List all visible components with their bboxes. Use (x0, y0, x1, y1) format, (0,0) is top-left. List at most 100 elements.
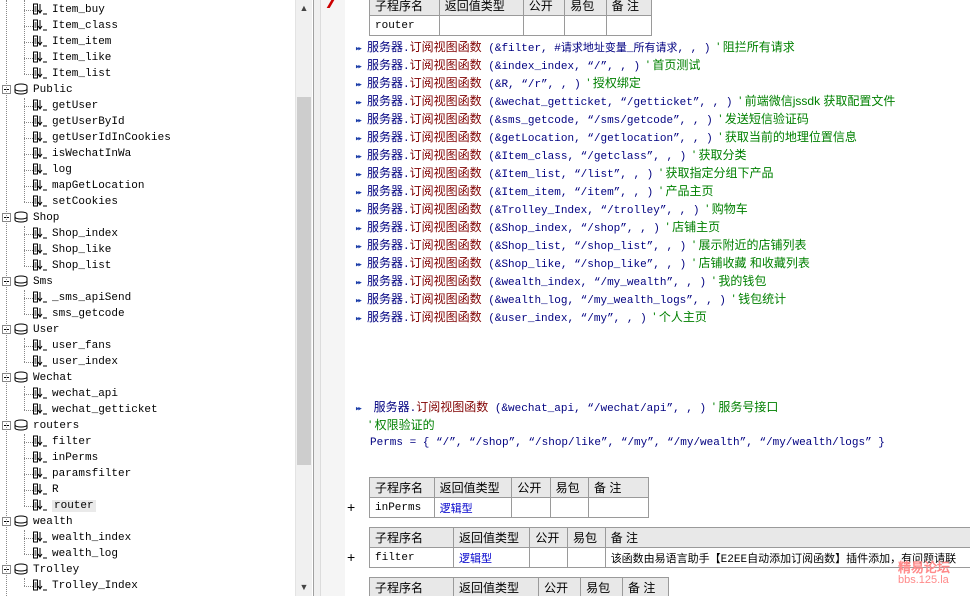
tree-item-label: isWechatInWa (52, 148, 132, 160)
tree-item[interactable]: mapGetLocation (33, 178, 144, 194)
code-line[interactable]: ▸▸ 服务器.订阅视图函数 (&filter, #请求地址变量_所有请求, , )… (345, 38, 795, 56)
tree-item[interactable]: getUser (33, 98, 98, 114)
tree-item[interactable]: wealth_log (33, 546, 118, 562)
tree-item[interactable]: isWechatInWa (33, 146, 131, 162)
code-line[interactable]: ▸▸ 服务器.订阅视图函数 (&Shop_index, “/shop”, , ) … (345, 218, 720, 236)
code-line[interactable]: ▸▸ 服务器.订阅视图函数 (&wealth_index, “/my_wealth… (345, 272, 766, 290)
tree-item[interactable]: inPerms (33, 450, 98, 466)
line-comment: ' 店铺主页 (666, 220, 721, 234)
tree-item[interactable]: user_fans (33, 338, 111, 354)
tree-item[interactable]: wealth_index (33, 530, 131, 546)
tree-group[interactable]: Shop (14, 210, 59, 226)
code-line-perm-comment[interactable]: ' 权限验证的 (369, 416, 435, 434)
line-comment: ' 阻拦所有请求 (717, 40, 795, 54)
line-comment: ' 产品主页 (659, 184, 714, 198)
scroll-up-icon[interactable]: ▲ (296, 0, 312, 17)
tree-item[interactable]: filter (33, 434, 92, 450)
tree-item[interactable]: Shop_like (33, 242, 111, 258)
subroutine-icon (33, 3, 48, 15)
sub-ret[interactable]: 逻辑型 (452, 547, 531, 568)
code-line[interactable]: ▸▸ 服务器.订阅视图函数 (&getLocation, “/getlocatio… (345, 128, 857, 146)
tree-item[interactable]: router (33, 498, 96, 514)
sub-public[interactable] (522, 15, 566, 36)
tree-item-label: mapGetLocation (52, 180, 145, 192)
scroll-down-icon[interactable]: ▼ (296, 579, 312, 596)
scrollbar-thumb[interactable] (297, 97, 311, 465)
code-line[interactable]: ▸▸ 服务器.订阅视图函数 (&Shop_like, “/shop_like”, … (345, 254, 810, 272)
tree-item[interactable]: getUserById (33, 114, 125, 130)
col-name-header: 子程序名 (369, 527, 454, 548)
sub-pkg[interactable] (567, 547, 606, 568)
sub-pkg[interactable] (549, 497, 590, 518)
col-note-header: 备 注 (604, 527, 970, 548)
call-args: (&Trolley_Index, “/trolley”, , ) (488, 205, 700, 217)
code-line[interactable]: ▸▸ 服务器.订阅视图函数 (&wealth_log, “/my_wealth_l… (345, 290, 786, 308)
expand-plus-icon[interactable]: + (347, 499, 355, 515)
subroutine-icon (33, 499, 48, 511)
tree-item[interactable]: Item_buy (33, 2, 105, 18)
project-tree[interactable]: Item_buy Item_class Item_item Item_like Item… (0, 0, 313, 596)
sub-header-table-router: 子程序名 返回值类型 公开 易包 备 注 router (369, 0, 653, 36)
sub-ret[interactable] (438, 15, 524, 36)
code-line[interactable]: ▸▸ 服务器.订阅视图函数 (&R, “/r”, , ) ' 授权绑定 (345, 74, 641, 92)
tree-item[interactable]: paramsfilter (33, 466, 131, 482)
tree-group[interactable]: routers (14, 418, 79, 434)
call-args: (&Shop_like, “/shop_like”, , ) (488, 259, 687, 271)
code-line[interactable]: ▸▸ 服务器.订阅视图函数 (&index_index, “/”, , ) ' 首… (345, 56, 700, 74)
code-line[interactable]: ▸▸ 服务器.订阅视图函数 (&Item_list, “/list”, , ) '… (345, 164, 774, 182)
sub-public[interactable] (529, 547, 569, 568)
tree-group[interactable]: Public (14, 82, 73, 98)
tree-group[interactable]: wealth (14, 514, 73, 530)
tree-item[interactable]: log (33, 162, 72, 178)
sub-pkg[interactable] (564, 15, 607, 36)
sub-header-table-filter: 子程序名 返回值类型 公开 易包 备 注 filter 逻辑型 该函数由易语言助… (369, 527, 970, 568)
tree-item[interactable]: _sms_apiSend (33, 290, 131, 306)
tree-group[interactable]: Trolley (14, 562, 79, 578)
code-line[interactable]: ▸▸ 服务器.订阅视图函数 (&sms_getcode, “/sms/getcod… (345, 110, 809, 128)
code-line[interactable]: ▸▸ 服务器.订阅视图函数 (&user_index, “/my”, , ) ' … (345, 308, 707, 326)
tree-item[interactable]: Item_like (33, 50, 111, 66)
tree-group[interactable]: Sms (14, 274, 53, 290)
pane-splitter[interactable] (313, 0, 321, 596)
sub-name[interactable]: router (369, 15, 440, 36)
tree-scrollbar[interactable]: ▲ ▼ (295, 0, 312, 596)
code-line[interactable]: ▸▸ 服务器.订阅视图函数 (&wechat_getticket, “/getti… (345, 92, 895, 110)
tree-item[interactable]: R (33, 482, 59, 498)
expand-plus-icon[interactable]: + (347, 549, 355, 565)
tree-item[interactable]: Shop_index (33, 226, 118, 242)
code-line[interactable]: ▸▸ 服务器.订阅视图函数 (&Trolley_Index, “/trolley”… (345, 200, 748, 218)
tree-group[interactable]: User (14, 322, 59, 338)
method-name: 订阅视图函数 (409, 166, 482, 180)
tree-item[interactable]: sms_getcode (33, 306, 125, 322)
sub-note[interactable] (588, 497, 649, 518)
tree-item[interactable]: setCookies (33, 194, 118, 210)
tree-item[interactable]: Item_item (33, 34, 111, 50)
code-line[interactable]: ▸▸ 服务器.订阅视图函数 (&Item_item, “/item”, , ) '… (345, 182, 714, 200)
subroutine-icon (33, 451, 48, 463)
sub-name[interactable]: filter (369, 547, 454, 568)
tree-item[interactable]: wechat_api (33, 386, 118, 402)
tree-item-label: Shop_list (52, 260, 112, 272)
tree-item[interactable]: Item_class (33, 18, 118, 34)
code-line-wechat[interactable]: ▸▸ 服务器.订阅视图函数 (&wechat_api, “/wechat/api… (345, 398, 778, 416)
tree-item[interactable]: wechat_getticket (33, 402, 158, 418)
tree-item[interactable]: Trolley_Index (33, 578, 138, 594)
tree-item[interactable]: Shop_list (33, 258, 111, 274)
sub-public[interactable] (511, 497, 551, 518)
object-name: 服务器 (367, 292, 404, 306)
call-args: (&Item_item, “/item”, , ) (488, 187, 654, 199)
subroutine-icon (33, 195, 48, 207)
code-line-perms[interactable]: Perms = { “/”, “/shop”, “/shop/like”, “/… (370, 434, 885, 452)
code-line[interactable]: ▸▸ 服务器.订阅视图函数 (&Shop_list, “/shop_list”, … (345, 236, 807, 254)
tree-item[interactable]: getUserIdInCookies (33, 130, 171, 146)
method-name: 订阅视图函数 (409, 148, 482, 162)
line-bullet-icon: ▸▸ (355, 404, 363, 414)
sub-note[interactable] (605, 15, 653, 36)
code-editor[interactable]: 子程序名 返回值类型 公开 易包 备 注 router ▸▸ 服务器.订阅视图函数… (345, 0, 970, 596)
tree-group[interactable]: Wechat (14, 370, 73, 386)
tree-item[interactable]: Item_list (33, 66, 111, 82)
sub-ret[interactable]: 逻辑型 (433, 497, 513, 518)
code-line[interactable]: ▸▸ 服务器.订阅视图函数 (&Item_class, “/getclass”, … (345, 146, 747, 164)
tree-item[interactable]: user_index (33, 354, 118, 370)
sub-name[interactable]: inPerms (369, 497, 435, 518)
